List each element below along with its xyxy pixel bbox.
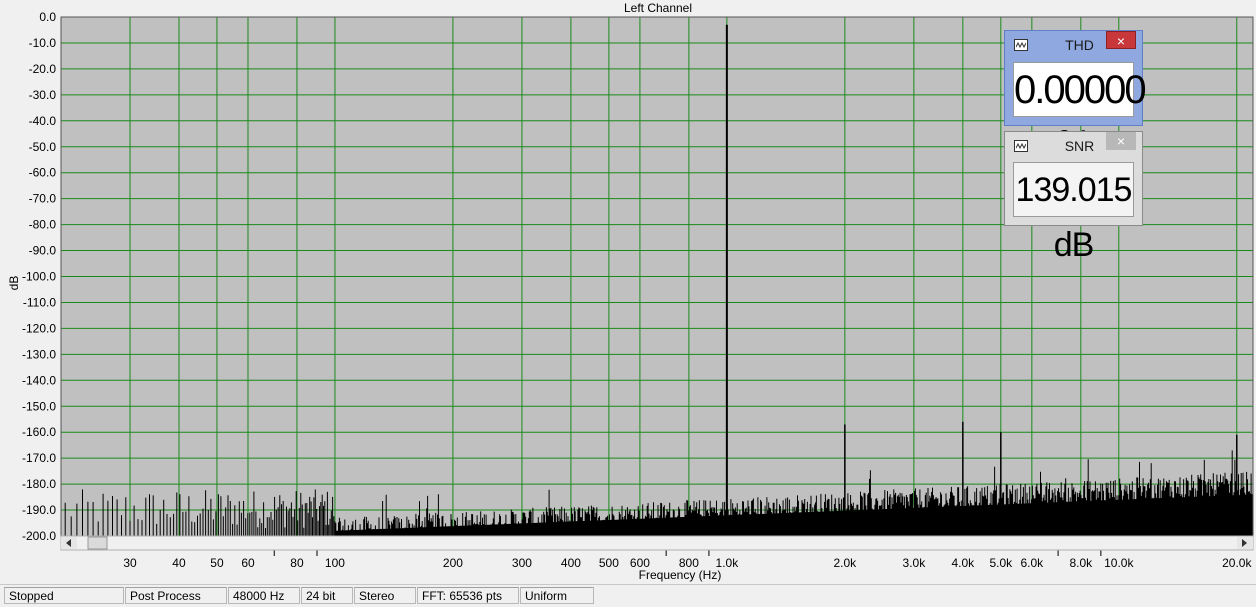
snr-value: 139.015 dB xyxy=(1013,162,1134,264)
y-tick-label: -130.0 xyxy=(22,347,56,361)
y-tick-label: -50.0 xyxy=(29,140,57,154)
x-tick-label: 10.0k xyxy=(1104,556,1134,570)
x-tick-label: 60 xyxy=(241,556,255,570)
y-tick-label: -90.0 xyxy=(29,244,57,258)
snr-meter-title: SNR xyxy=(1064,138,1095,154)
snr-meter[interactable]: SNR × 139.015 dB xyxy=(1004,131,1143,264)
y-tick-label: -70.0 xyxy=(29,192,57,206)
x-tick-label: 80 xyxy=(290,556,304,570)
y-tick-label: -150.0 xyxy=(22,399,56,413)
x-tick-label: 100 xyxy=(325,556,345,570)
x-tick-label: 30 xyxy=(123,556,137,570)
y-tick-label: -160.0 xyxy=(22,425,56,439)
status-mode: Post Process xyxy=(125,587,227,604)
y-tick-label: -20.0 xyxy=(29,62,57,76)
y-tick-label: -80.0 xyxy=(29,218,57,232)
waveform-icon xyxy=(1014,140,1028,152)
x-tick-label: 20.0k xyxy=(1222,556,1252,570)
y-axis-label: dB xyxy=(7,276,21,291)
y-tick-label: -10.0 xyxy=(29,36,57,50)
y-tick-labels: 0.0 -10.0 -20.0 -30.0 -40.0 -50.0 -60.0 -70.0 -8… xyxy=(22,10,56,543)
y-tick-label: 0.0 xyxy=(39,10,56,24)
thd-value: 0.00000 % xyxy=(1013,62,1147,167)
y-tick-label: -170.0 xyxy=(22,451,56,465)
thd-meter[interactable]: THD × 0.00000 % xyxy=(1004,30,1147,167)
waveform-icon xyxy=(1014,39,1028,51)
close-icon[interactable]: × xyxy=(1106,132,1136,150)
thd-meter-title: THD xyxy=(1065,37,1094,53)
status-bar: Stopped Post Process 48000 Hz 24 bit Ste… xyxy=(0,584,1256,607)
x-tick-label: 6.0k xyxy=(1021,556,1045,570)
y-tick-label: -30.0 xyxy=(29,88,57,102)
y-tick-label: -190.0 xyxy=(22,503,56,517)
x-tick-label: 200 xyxy=(443,556,463,570)
status-sample-rate: 48000 Hz xyxy=(228,587,300,604)
y-tick-label: -100.0 xyxy=(22,270,56,284)
x-tick-label: 8.0k xyxy=(1069,556,1093,570)
status-fft-size: FFT: 65536 pts xyxy=(417,587,519,604)
y-tick-label: -120.0 xyxy=(22,321,56,335)
horizontal-scrollbar[interactable] xyxy=(60,535,1254,551)
y-tick-label: -60.0 xyxy=(29,166,57,180)
y-tick-label: -140.0 xyxy=(22,373,56,387)
status-state: Stopped xyxy=(4,587,124,604)
y-tick-label: -40.0 xyxy=(29,114,57,128)
scroll-thumb[interactable] xyxy=(87,536,108,550)
x-tick-label: 500 xyxy=(599,556,619,570)
x-tick-label: 3.0k xyxy=(903,556,927,570)
x-tick-label: 300 xyxy=(512,556,532,570)
snr-meter-header[interactable]: SNR × xyxy=(1005,132,1142,160)
thd-meter-header[interactable]: THD × xyxy=(1005,31,1142,59)
x-tick-label: 4.0k xyxy=(951,556,975,570)
y-tick-label: -110.0 xyxy=(23,295,56,309)
x-tick-label: 2.0k xyxy=(834,556,858,570)
x-tick-label: 50 xyxy=(210,556,224,570)
x-tick-label: 400 xyxy=(561,556,581,570)
status-bit-depth: 24 bit xyxy=(301,587,353,604)
x-tick-label: 40 xyxy=(172,556,186,570)
x-tick-label: 5.0k xyxy=(989,556,1013,570)
y-tick-label: -200.0 xyxy=(22,529,56,543)
y-tick-label: -180.0 xyxy=(22,477,56,491)
close-icon[interactable]: × xyxy=(1106,31,1136,49)
status-channels: Stereo xyxy=(354,587,416,604)
x-axis-label: Frequency (Hz) xyxy=(639,568,722,582)
chart-title: Left Channel xyxy=(624,1,692,15)
status-window: Uniform xyxy=(520,587,594,604)
